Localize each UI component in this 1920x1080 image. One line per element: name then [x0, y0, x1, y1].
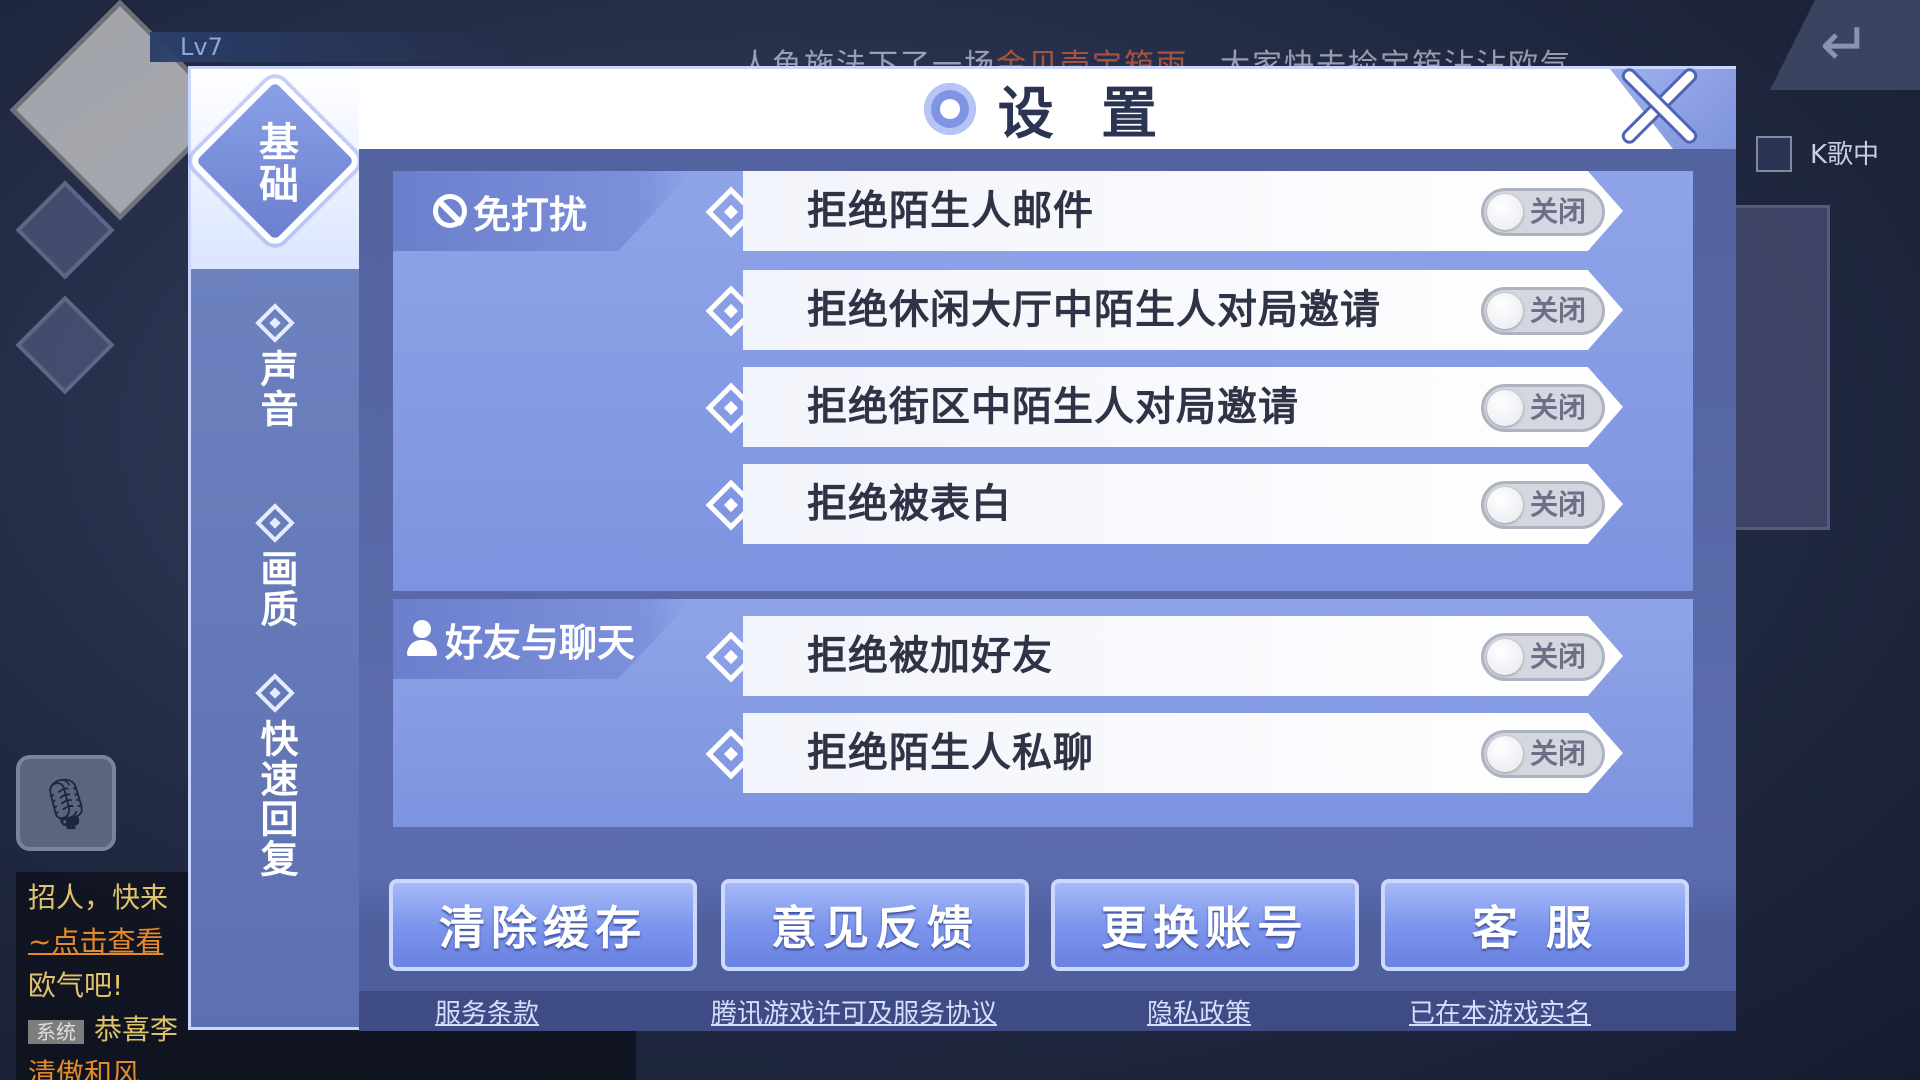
customer-service-button[interactable]: 客 服 — [1381, 879, 1689, 971]
section-label: 好友与聊天 — [393, 599, 693, 679]
diamond-icon — [255, 503, 295, 543]
ban-icon — [433, 194, 467, 228]
tab-graphics-label: 画质 — [253, 549, 298, 629]
dialog-title-text: 设 置 — [997, 81, 1172, 147]
tab-quick-reply[interactable]: 快速回复 — [191, 669, 359, 889]
license-link[interactable]: 腾讯游戏许可及服务协议 — [711, 993, 997, 1030]
section-label: 免打扰 — [393, 171, 693, 251]
microphone-icon[interactable]: 🎙 — [16, 755, 116, 851]
dialog-title-bar: 设 置 — [359, 69, 1736, 149]
player-level: Lv7 — [150, 32, 510, 62]
section-do-not-disturb: 免打扰 拒绝陌生人邮件 关闭 拒绝休闲大厅中陌生人对局邀请 关闭 拒绝街区中陌生… — [393, 171, 1693, 591]
toggle-switch[interactable]: 关闭 — [1481, 633, 1605, 681]
setting-row: 拒绝陌生人邮件 关闭 — [743, 171, 1623, 251]
toggle-knob — [1487, 194, 1523, 230]
toggle-switch[interactable]: 关闭 — [1481, 481, 1605, 529]
toggle-knob — [1487, 293, 1523, 329]
chat-text: 恭喜李 — [94, 1013, 179, 1046]
realname-link[interactable]: 已在本游戏实名 — [1409, 993, 1591, 1030]
setting-label: 拒绝街区中陌生人对局邀请 — [807, 384, 1299, 430]
karaoke-checkbox[interactable] — [1756, 136, 1792, 172]
toggle-state: 关闭 — [1530, 294, 1587, 327]
tab-basic[interactable]: 基础 — [187, 69, 363, 269]
diamond-icon — [255, 303, 295, 343]
toggle-knob — [1487, 639, 1523, 675]
settings-sidebar: 基础 声音 画质 快速回复 — [187, 69, 363, 1027]
dialog-title: 设 置 — [359, 69, 1736, 149]
gear-icon — [923, 83, 976, 135]
toggle-state: 关闭 — [1530, 488, 1587, 521]
chat-link[interactable]: 清傲和风 — [28, 1052, 624, 1080]
setting-label: 拒绝陌生人私聊 — [807, 730, 1094, 776]
terms-link[interactable]: 服务条款 — [435, 993, 539, 1030]
diamond-icon — [255, 673, 295, 713]
section-label-text: 免打扰 — [473, 192, 588, 237]
toggle-state: 关闭 — [1530, 195, 1587, 228]
switch-account-button[interactable]: 更换账号 — [1051, 879, 1359, 971]
section-friends-chat: 好友与聊天 拒绝被加好友 关闭 拒绝陌生人私聊 关闭 — [393, 599, 1693, 827]
action-button-bar: 清除缓存 意见反馈 更换账号 客 服 — [359, 869, 1736, 1009]
tab-graphics[interactable]: 画质 — [191, 469, 359, 669]
section-label-text: 好友与聊天 — [445, 620, 636, 665]
toggle-state: 关闭 — [1530, 640, 1587, 673]
setting-row: 拒绝被表白 关闭 — [743, 464, 1623, 544]
side-card[interactable] — [1720, 205, 1830, 530]
friend-icon — [407, 620, 441, 658]
setting-label: 拒绝陌生人邮件 — [807, 188, 1094, 234]
setting-row: 拒绝陌生人私聊 关闭 — [743, 713, 1623, 793]
toggle-state: 关闭 — [1530, 391, 1587, 424]
clear-cache-button[interactable]: 清除缓存 — [389, 879, 697, 971]
tab-quick-reply-label: 快速回复 — [253, 719, 298, 879]
footer-links: 服务条款 腾讯游戏许可及服务协议 隐私政策 已在本游戏实名 — [359, 991, 1736, 1031]
toggle-switch[interactable]: 关闭 — [1481, 384, 1605, 432]
toggle-switch[interactable]: 关闭 — [1481, 730, 1605, 778]
privacy-link[interactable]: 隐私政策 — [1147, 993, 1251, 1030]
settings-content: 免打扰 拒绝陌生人邮件 关闭 拒绝休闲大厅中陌生人对局邀请 关闭 拒绝街区中陌生… — [359, 149, 1736, 947]
toggle-switch[interactable]: 关闭 — [1481, 188, 1605, 236]
setting-label: 拒绝休闲大厅中陌生人对局邀请 — [807, 287, 1381, 333]
setting-row: 拒绝被加好友 关闭 — [743, 616, 1623, 696]
toggle-switch[interactable]: 关闭 — [1481, 287, 1605, 335]
setting-label: 拒绝被表白 — [807, 481, 1012, 527]
system-tag: 系统 — [28, 1020, 84, 1044]
tab-basic-label: 基础 — [252, 121, 298, 205]
close-button[interactable] — [1611, 57, 1707, 153]
feedback-button[interactable]: 意见反馈 — [721, 879, 1029, 971]
karaoke-label: K歌中 — [1810, 140, 1880, 170]
setting-row: 拒绝街区中陌生人对局邀请 关闭 — [743, 367, 1623, 447]
toggle-state: 关闭 — [1530, 737, 1587, 770]
settings-dialog: 基础 声音 画质 快速回复 设 置 免打扰 拒绝陌生人邮件 关闭 拒绝休闲大厅中… — [187, 66, 1736, 1031]
toggle-knob — [1487, 736, 1523, 772]
setting-label: 拒绝被加好友 — [807, 633, 1053, 679]
setting-row: 拒绝休闲大厅中陌生人对局邀请 关闭 — [743, 270, 1623, 350]
toggle-knob — [1487, 390, 1523, 426]
tab-sound[interactable]: 声音 — [191, 269, 359, 469]
toggle-knob — [1487, 487, 1523, 523]
tab-sound-label: 声音 — [253, 349, 298, 429]
